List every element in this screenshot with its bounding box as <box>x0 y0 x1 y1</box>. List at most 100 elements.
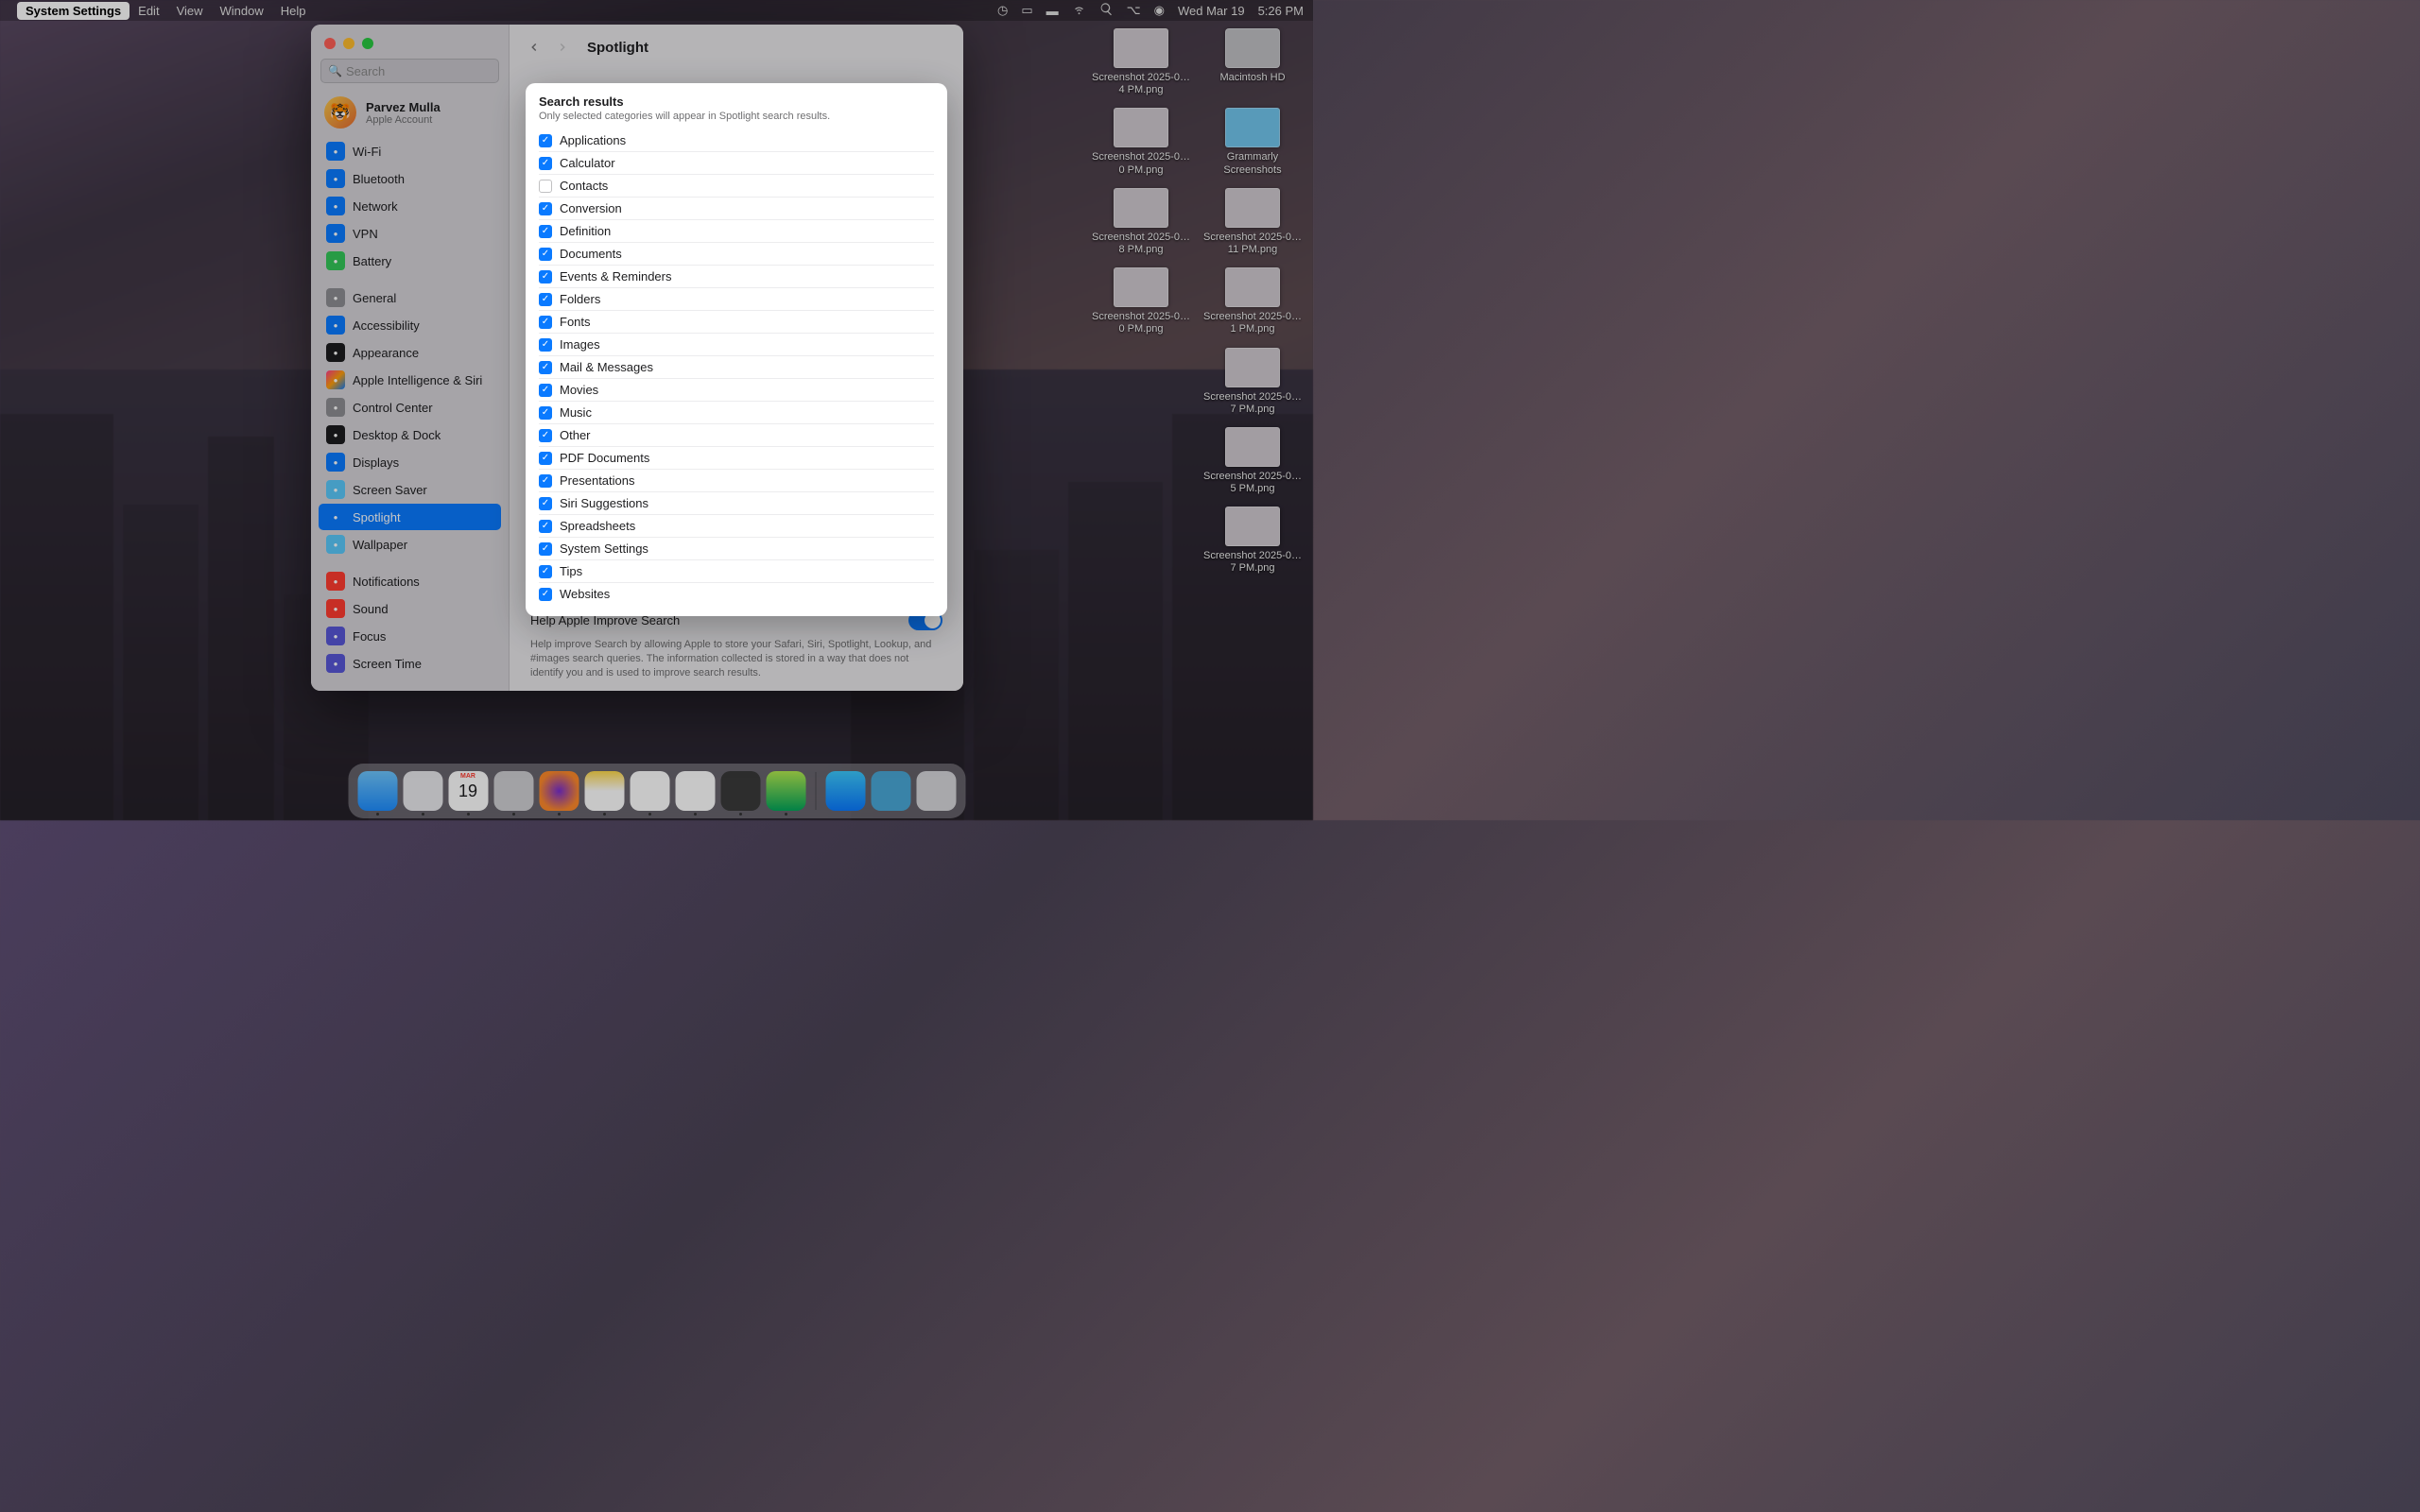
sidebar-item-screen-time[interactable]: ●Screen Time <box>319 650 501 677</box>
sidebar-item-displays[interactable]: ●Displays <box>319 449 501 475</box>
forward-button[interactable] <box>553 38 572 57</box>
spotlight-icon[interactable] <box>1099 2 1114 19</box>
desktop-icon[interactable]: Macintosh HD <box>1200 28 1305 96</box>
sidebar-item-notifications[interactable]: ●Notifications <box>319 568 501 594</box>
sidebar-item-network[interactable]: ●Network <box>319 193 501 219</box>
desktop-icon[interactable]: Screenshot 2025-0…7 PM.png <box>1200 507 1305 575</box>
checkbox[interactable]: ✓ <box>539 316 552 329</box>
siri-icon[interactable]: ◉ <box>1154 3 1165 18</box>
search-input[interactable] <box>320 59 499 83</box>
display-icon[interactable]: ▭ <box>1021 3 1032 18</box>
checkbox[interactable]: ✓ <box>539 406 552 420</box>
battery-icon[interactable]: ▬ <box>1046 4 1059 18</box>
result-row[interactable]: ✓Calculator <box>539 152 934 175</box>
result-row[interactable]: ✓Mail & Messages <box>539 356 934 379</box>
dock-launchpad[interactable] <box>403 771 442 811</box>
dock-calendar[interactable]: MAR19 <box>448 771 488 811</box>
dock-activity[interactable] <box>766 771 805 811</box>
result-row[interactable]: ✓Documents <box>539 243 934 266</box>
checkbox[interactable]: ✓ <box>539 384 552 397</box>
sidebar-item-wallpaper[interactable]: ●Wallpaper <box>319 531 501 558</box>
result-row[interactable]: ✓Music <box>539 402 934 424</box>
sidebar-item-sound[interactable]: ●Sound <box>319 595 501 622</box>
menubar-date[interactable]: Wed Mar 19 <box>1178 4 1245 18</box>
result-row[interactable]: ✓Presentations <box>539 470 934 492</box>
maximize-button[interactable] <box>362 38 373 49</box>
sidebar-item-focus[interactable]: ●Focus <box>319 623 501 649</box>
result-row[interactable]: ✓Movies <box>539 379 934 402</box>
account-row[interactable]: 🐯 Parvez Mulla Apple Account <box>311 93 509 138</box>
result-row[interactable]: ✓Definition <box>539 220 934 243</box>
result-row[interactable]: ✓Tips <box>539 560 934 583</box>
checkbox[interactable]: ✓ <box>539 202 552 215</box>
dock-settings[interactable] <box>493 771 533 811</box>
result-row[interactable]: ✓Images <box>539 334 934 356</box>
sidebar-item-wi-fi[interactable]: ●Wi-Fi <box>319 138 501 164</box>
control-center-icon[interactable]: ⌥ <box>1127 3 1141 18</box>
dock-chrome[interactable] <box>675 771 715 811</box>
checkbox[interactable]: ✓ <box>539 225 552 238</box>
desktop-icon[interactable]: Screenshot 2025-0…0 PM.png <box>1088 267 1194 335</box>
status-icon[interactable]: ◷ <box>997 3 1008 18</box>
result-row[interactable]: ✓System Settings <box>539 538 934 560</box>
checkbox[interactable]: ✓ <box>539 248 552 261</box>
result-row[interactable]: ✓Spreadsheets <box>539 515 934 538</box>
checkbox[interactable]: ✓ <box>539 588 552 601</box>
menu-view[interactable]: View <box>168 2 212 20</box>
checkbox[interactable]: ✓ <box>539 452 552 465</box>
sidebar-item-screen-saver[interactable]: ●Screen Saver <box>319 476 501 503</box>
checkbox[interactable]: ✓ <box>539 429 552 442</box>
result-row[interactable]: ✓PDF Documents <box>539 447 934 470</box>
result-row[interactable]: ✓Fonts <box>539 311 934 334</box>
sidebar-item-battery[interactable]: ●Battery <box>319 248 501 274</box>
desktop-icon[interactable]: Grammarly Screenshots <box>1200 108 1305 176</box>
dock-sublime[interactable] <box>720 771 760 811</box>
checkbox[interactable]: ✓ <box>539 565 552 578</box>
sidebar-item-spotlight[interactable]: ●Spotlight <box>319 504 501 530</box>
checkbox[interactable] <box>539 180 552 193</box>
dock-apple-music[interactable] <box>630 771 669 811</box>
result-row[interactable]: ✓Events & Reminders <box>539 266 934 288</box>
result-row[interactable]: ✓Applications <box>539 129 934 152</box>
minimize-button[interactable] <box>343 38 354 49</box>
dock-downloads[interactable] <box>871 771 910 811</box>
desktop-icon[interactable]: Screenshot 2025-0…8 PM.png <box>1088 188 1194 256</box>
dock-trash[interactable] <box>916 771 956 811</box>
sidebar-item-apple-intelligence-siri[interactable]: ●Apple Intelligence & Siri <box>319 367 501 393</box>
result-row[interactable]: ✓Conversion <box>539 198 934 220</box>
checkbox[interactable]: ✓ <box>539 497 552 510</box>
sidebar-item-vpn[interactable]: ●VPN <box>319 220 501 247</box>
checkbox[interactable]: ✓ <box>539 270 552 284</box>
checkbox[interactable]: ✓ <box>539 474 552 488</box>
result-row[interactable]: ✓Websites <box>539 583 934 605</box>
checkbox[interactable]: ✓ <box>539 520 552 533</box>
menu-edit[interactable]: Edit <box>130 2 167 20</box>
menu-help[interactable]: Help <box>272 2 315 20</box>
desktop-icon[interactable]: Screenshot 2025-0…7 PM.png <box>1200 348 1305 416</box>
result-row[interactable]: Contacts <box>539 175 934 198</box>
dock-notes[interactable] <box>584 771 624 811</box>
checkbox[interactable]: ✓ <box>539 134 552 147</box>
desktop-icon[interactable]: Screenshot 2025-0…0 PM.png <box>1088 108 1194 176</box>
desktop-icon[interactable]: Screenshot 2025-0…5 PM.png <box>1200 427 1305 495</box>
checkbox[interactable]: ✓ <box>539 293 552 306</box>
back-button[interactable] <box>525 38 544 57</box>
dock-appstore[interactable] <box>825 771 865 811</box>
checkbox[interactable]: ✓ <box>539 157 552 170</box>
desktop-icon[interactable]: Screenshot 2025-0…11 PM.png <box>1200 188 1305 256</box>
menubar-time[interactable]: 5:26 PM <box>1258 4 1304 18</box>
wifi-icon[interactable] <box>1072 2 1086 19</box>
checkbox[interactable]: ✓ <box>539 361 552 374</box>
dock-firefox[interactable] <box>539 771 579 811</box>
sidebar-item-desktop-dock[interactable]: ●Desktop & Dock <box>319 421 501 448</box>
result-row[interactable]: ✓Siri Suggestions <box>539 492 934 515</box>
dock-finder[interactable] <box>357 771 397 811</box>
sidebar-item-lock-screen[interactable]: ●Lock Screen <box>319 687 501 691</box>
sidebar-item-accessibility[interactable]: ●Accessibility <box>319 312 501 338</box>
menu-app-name[interactable]: System Settings <box>17 2 130 20</box>
sidebar-item-bluetooth[interactable]: ●Bluetooth <box>319 165 501 192</box>
desktop-icon[interactable]: Screenshot 2025-0…4 PM.png <box>1088 28 1194 96</box>
result-row[interactable]: ✓Other <box>539 424 934 447</box>
sidebar-item-control-center[interactable]: ●Control Center <box>319 394 501 421</box>
result-row[interactable]: ✓Folders <box>539 288 934 311</box>
